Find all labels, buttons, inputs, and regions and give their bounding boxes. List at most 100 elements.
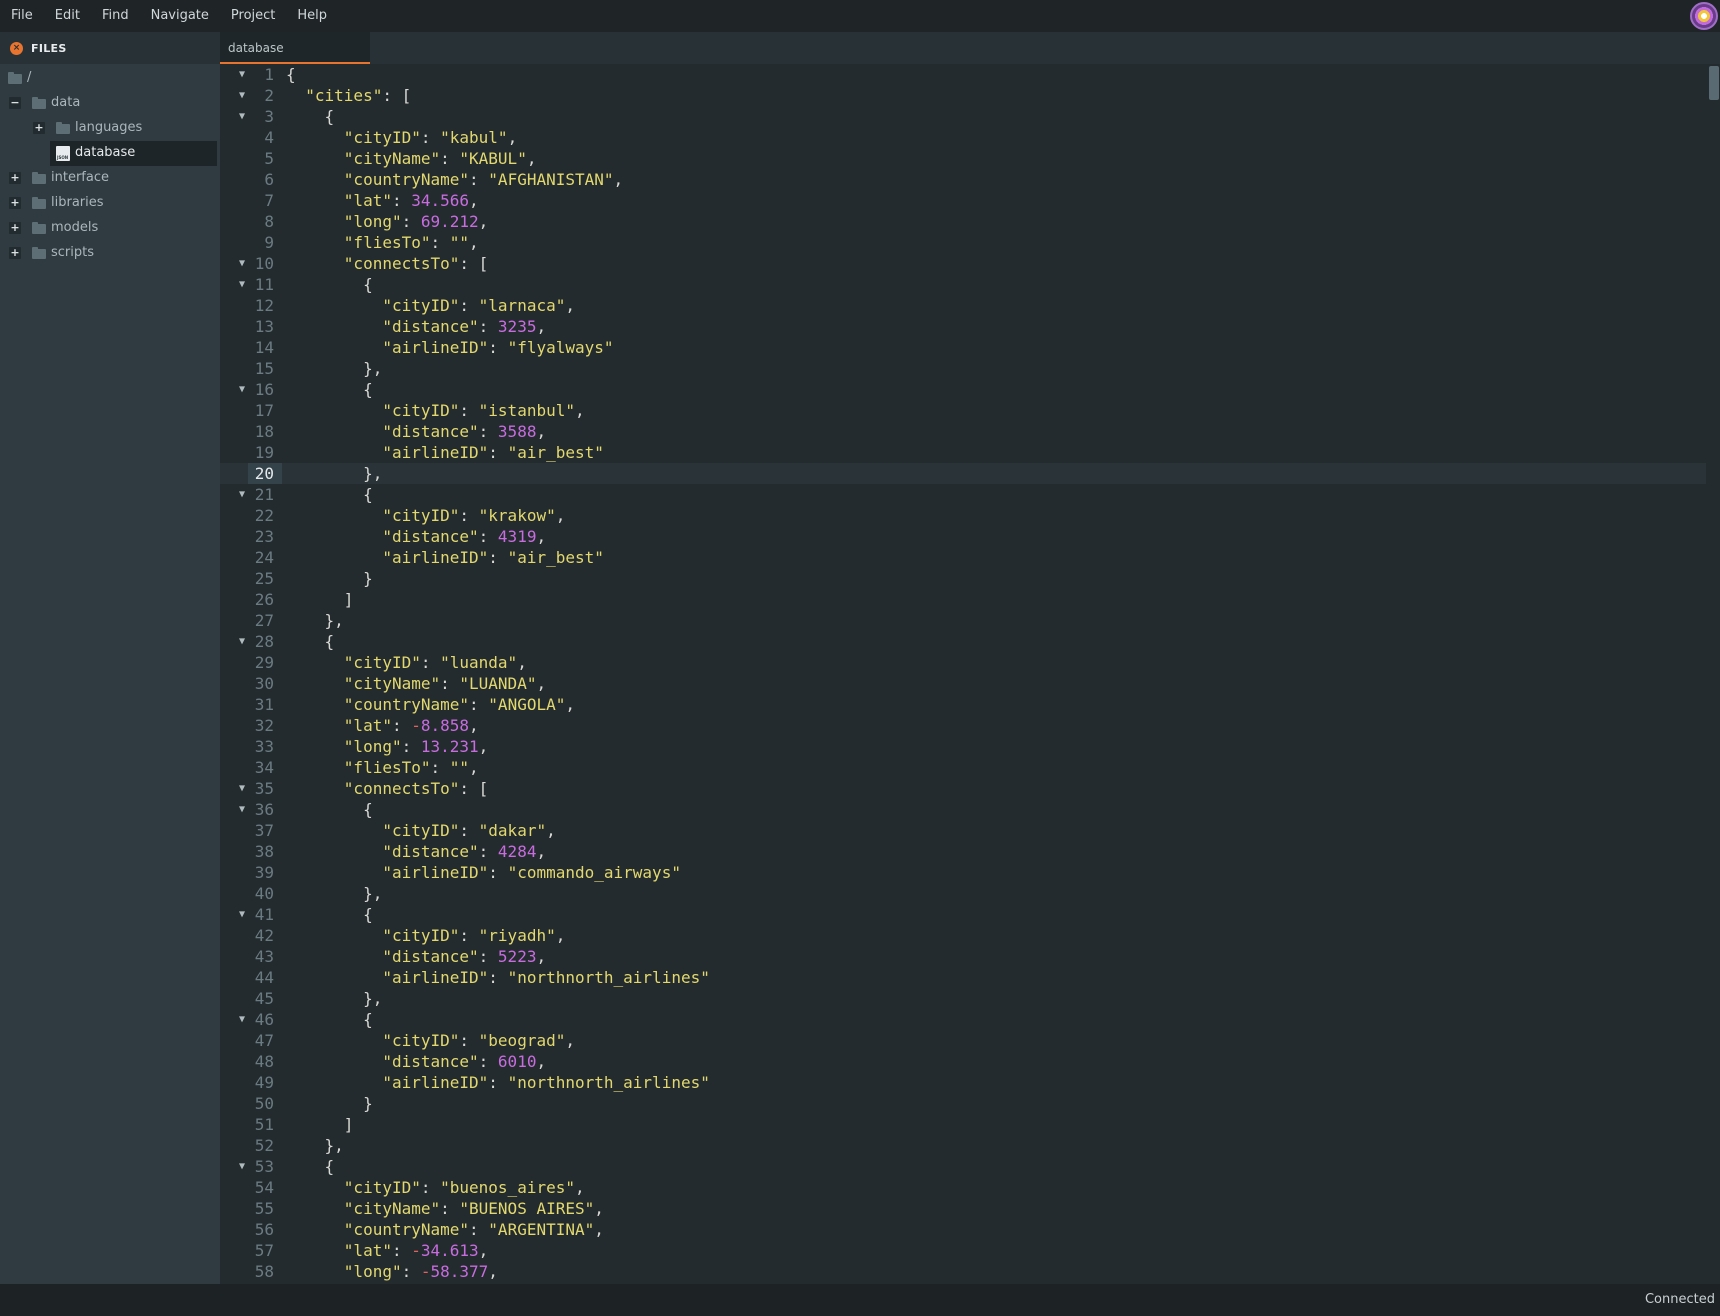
- code-line[interactable]: 7 "lat": 34.566,: [220, 190, 1706, 211]
- code-line[interactable]: 12 "cityID": "larnaca",: [220, 295, 1706, 316]
- code-line[interactable]: 39 "airlineID": "commando_airways": [220, 862, 1706, 883]
- code-line[interactable]: 4 "cityID": "kabul",: [220, 127, 1706, 148]
- fold-arrow-icon[interactable]: ▼: [237, 1009, 247, 1030]
- code-line[interactable]: 30 "cityName": "LUANDA",: [220, 673, 1706, 694]
- code-line[interactable]: 6 "countryName": "AFGHANISTAN",: [220, 169, 1706, 190]
- expand-icon[interactable]: +: [33, 122, 45, 134]
- fold-arrow-icon[interactable]: ▼: [237, 64, 247, 85]
- code-line[interactable]: 57 "lat": -34.613,: [220, 1240, 1706, 1261]
- menu-edit[interactable]: Edit: [44, 0, 91, 32]
- fold-arrow-icon[interactable]: ▼: [237, 904, 247, 925]
- code-line[interactable]: ▼ 16 {: [220, 379, 1706, 400]
- fold-arrow-icon[interactable]: ▼: [237, 274, 247, 295]
- code-token: "countryName": [343, 1220, 470, 1239]
- code-line[interactable]: 27 },: [220, 610, 1706, 631]
- tree-item-interface[interactable]: + interface: [0, 166, 220, 191]
- tab-database[interactable]: database: [220, 32, 370, 64]
- code-line[interactable]: 20 },: [220, 463, 1706, 484]
- app-logo-icon[interactable]: [1690, 2, 1718, 30]
- code-line[interactable]: ▼ 35 "connectsTo": [: [220, 778, 1706, 799]
- code-line[interactable]: 29 "cityID": "luanda",: [220, 652, 1706, 673]
- code-token: ,: [469, 191, 479, 210]
- fold-arrow-icon[interactable]: ▼: [237, 1156, 247, 1177]
- fold-arrow-icon[interactable]: ▼: [237, 253, 247, 274]
- code-line[interactable]: 25 }: [220, 568, 1706, 589]
- code-line[interactable]: 15 },: [220, 358, 1706, 379]
- code-line[interactable]: 37 "cityID": "dakar",: [220, 820, 1706, 841]
- tree-item-database[interactable]: database: [50, 141, 217, 166]
- tree-item-root[interactable]: /: [0, 66, 220, 91]
- code-line[interactable]: ▼ 2 "cities": [: [220, 85, 1706, 106]
- code-line[interactable]: ▼ 46 {: [220, 1009, 1706, 1030]
- code-line[interactable]: 9 "fliesTo": "",: [220, 232, 1706, 253]
- scrollbar-thumb[interactable]: [1709, 66, 1719, 100]
- code-line[interactable]: 52 },: [220, 1135, 1706, 1156]
- code-line[interactable]: 47 "cityID": "beograd",: [220, 1030, 1706, 1051]
- code-line[interactable]: 58 "long": -58.377,: [220, 1261, 1706, 1282]
- code-line[interactable]: ▼ 10 "connectsTo": [: [220, 253, 1706, 274]
- code-line[interactable]: 51 ]: [220, 1114, 1706, 1135]
- code-line[interactable]: ▼ 1 {: [220, 64, 1706, 85]
- code-line[interactable]: 43 "distance": 5223,: [220, 946, 1706, 967]
- tree-item-scripts[interactable]: + scripts: [0, 241, 220, 266]
- fold-arrow-icon[interactable]: ▼: [237, 106, 247, 127]
- tree-item-libraries[interactable]: + libraries: [0, 191, 220, 216]
- menu-help[interactable]: Help: [286, 0, 338, 32]
- code-line[interactable]: 38 "distance": 4284,: [220, 841, 1706, 862]
- menu-file[interactable]: File: [0, 0, 44, 32]
- code-line[interactable]: 5 "cityName": "KABUL",: [220, 148, 1706, 169]
- code-line[interactable]: 56 "countryName": "ARGENTINA",: [220, 1219, 1706, 1240]
- code-line[interactable]: ▼ 53 {: [220, 1156, 1706, 1177]
- fold-arrow-icon[interactable]: ▼: [237, 379, 247, 400]
- fold-arrow-icon[interactable]: ▼: [237, 778, 247, 799]
- code-editor[interactable]: ▼ 1{▼ 2 "cities": [▼ 3 {4 "cityID": "kabul"…: [220, 64, 1706, 1284]
- code-line[interactable]: 32 "lat": -8.858,: [220, 715, 1706, 736]
- expand-icon[interactable]: +: [9, 172, 21, 184]
- code-line[interactable]: 50 }: [220, 1093, 1706, 1114]
- code-line[interactable]: ▼ 21 {: [220, 484, 1706, 505]
- code-line[interactable]: 18 "distance": 3588,: [220, 421, 1706, 442]
- expand-icon[interactable]: +: [9, 247, 21, 259]
- code-line[interactable]: 13 "distance": 3235,: [220, 316, 1706, 337]
- tree-item-languages[interactable]: + languages: [0, 116, 220, 141]
- collapse-icon[interactable]: −: [9, 97, 21, 109]
- code-line[interactable]: ▼ 3 {: [220, 106, 1706, 127]
- code-line[interactable]: 22 "cityID": "krakow",: [220, 505, 1706, 526]
- code-line[interactable]: 54 "cityID": "buenos_aires",: [220, 1177, 1706, 1198]
- vertical-scrollbar[interactable]: [1706, 64, 1720, 1284]
- fold-arrow-icon[interactable]: ▼: [237, 799, 247, 820]
- code-line[interactable]: 45 },: [220, 988, 1706, 1009]
- code-line[interactable]: 33 "long": 13.231,: [220, 736, 1706, 757]
- code-line[interactable]: 14 "airlineID": "flyalways": [220, 337, 1706, 358]
- tree-item-data[interactable]: − data: [0, 91, 220, 116]
- menu-find[interactable]: Find: [91, 0, 140, 32]
- code-line[interactable]: 40 },: [220, 883, 1706, 904]
- code-line[interactable]: 19 "airlineID": "air_best": [220, 442, 1706, 463]
- code-line[interactable]: 44 "airlineID": "northnorth_airlines": [220, 967, 1706, 988]
- code-line[interactable]: 8 "long": 69.212,: [220, 211, 1706, 232]
- tree-item-models[interactable]: + models: [0, 216, 220, 241]
- code-line[interactable]: 49 "airlineID": "northnorth_airlines": [220, 1072, 1706, 1093]
- fold-arrow-icon[interactable]: ▼: [237, 484, 247, 505]
- files-icon[interactable]: ×: [10, 41, 23, 55]
- fold-arrow-icon[interactable]: ▼: [237, 85, 247, 106]
- code-line[interactable]: 24 "airlineID": "air_best": [220, 547, 1706, 568]
- code-line[interactable]: 17 "cityID": "istanbul",: [220, 400, 1706, 421]
- fold-arrow-icon[interactable]: ▼: [237, 631, 247, 652]
- code-line[interactable]: 31 "countryName": "ANGOLA",: [220, 694, 1706, 715]
- code-line[interactable]: 34 "fliesTo": "",: [220, 757, 1706, 778]
- code-line[interactable]: ▼ 28 {: [220, 631, 1706, 652]
- expand-icon[interactable]: +: [9, 197, 21, 209]
- code-line[interactable]: 23 "distance": 4319,: [220, 526, 1706, 547]
- expand-icon[interactable]: +: [9, 222, 21, 234]
- code-line[interactable]: 26 ]: [220, 589, 1706, 610]
- code-token: :: [459, 926, 479, 945]
- menu-project[interactable]: Project: [220, 0, 286, 32]
- code-line[interactable]: 48 "distance": 6010,: [220, 1051, 1706, 1072]
- code-line[interactable]: ▼ 36 {: [220, 799, 1706, 820]
- code-line[interactable]: ▼ 11 {: [220, 274, 1706, 295]
- code-line[interactable]: 55 "cityName": "BUENOS AIRES",: [220, 1198, 1706, 1219]
- code-line[interactable]: ▼ 41 {: [220, 904, 1706, 925]
- menu-navigate[interactable]: Navigate: [140, 0, 220, 32]
- code-line[interactable]: 42 "cityID": "riyadh",: [220, 925, 1706, 946]
